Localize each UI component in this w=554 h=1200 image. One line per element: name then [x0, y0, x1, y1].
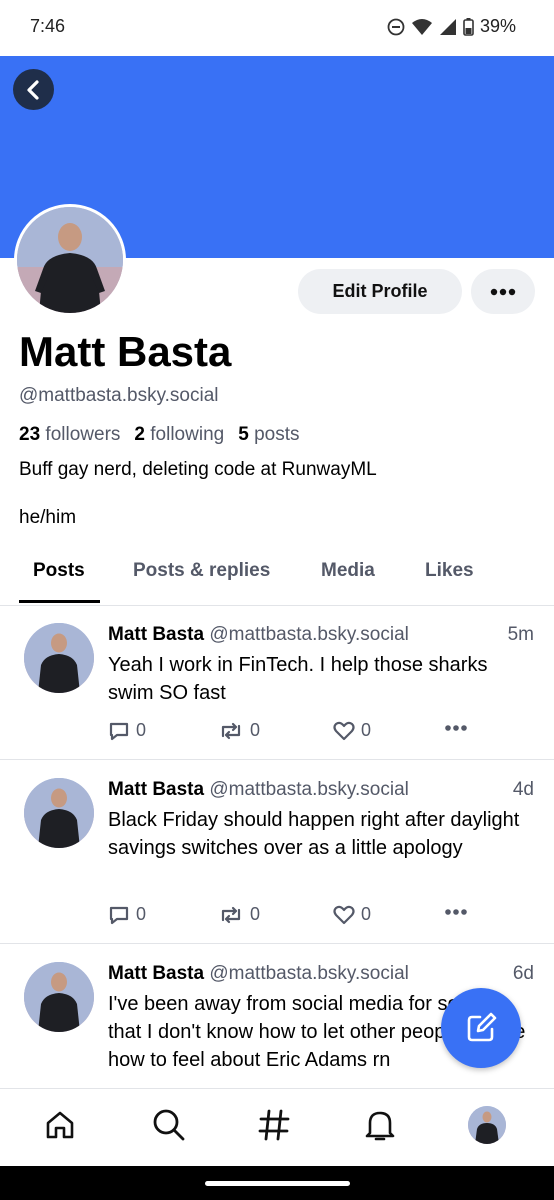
- post-item[interactable]: Matt Basta @mattbasta.bsky.social 4d Bla…: [0, 761, 554, 944]
- nav-notifications[interactable]: [358, 1103, 402, 1147]
- status-icons: 39%: [387, 16, 516, 37]
- repost-count: 0: [250, 720, 261, 740]
- ellipsis-icon: [445, 725, 467, 731]
- heart-icon: [333, 721, 355, 740]
- bottom-nav: [0, 1088, 554, 1166]
- hashtag-icon: [258, 1109, 290, 1141]
- followers-stat[interactable]: 23 followers: [19, 424, 120, 446]
- gesture-bar: [0, 1166, 554, 1200]
- nav-feeds[interactable]: [252, 1103, 296, 1147]
- post-author[interactable]: Matt Basta: [108, 624, 204, 645]
- avatar-image: [24, 623, 94, 693]
- status-bar: 7:46 39%: [0, 0, 554, 56]
- post-header: Matt Basta @mattbasta.bsky.social: [108, 963, 409, 985]
- nav-home[interactable]: [38, 1103, 82, 1147]
- posts-count: 5: [238, 424, 249, 445]
- tab-media[interactable]: Media: [321, 560, 375, 582]
- active-tab-indicator: [19, 600, 100, 603]
- signal-icon: [439, 18, 456, 35]
- bell-icon: [365, 1111, 395, 1141]
- reply-icon: [109, 906, 129, 924]
- post-author[interactable]: Matt Basta: [108, 963, 204, 984]
- post-avatar[interactable]: [24, 778, 94, 848]
- profile-handle: @mattbasta.bsky.social: [19, 385, 219, 406]
- post-header: Matt Basta @mattbasta.bsky.social: [108, 624, 409, 646]
- post-more-button[interactable]: [444, 908, 468, 916]
- nav-search[interactable]: [147, 1103, 191, 1147]
- post-avatar[interactable]: [24, 962, 94, 1032]
- followers-label: followers: [45, 424, 121, 445]
- following-stat[interactable]: 2 following: [134, 424, 224, 446]
- tab-posts[interactable]: Posts: [33, 560, 85, 582]
- repost-icon: [221, 906, 241, 923]
- avatar-image: [17, 207, 123, 313]
- edit-profile-button[interactable]: Edit Profile: [298, 269, 462, 314]
- post-item[interactable]: Matt Basta @mattbasta.bsky.social 5m Yea…: [0, 606, 554, 760]
- home-icon: [46, 1111, 74, 1139]
- followers-count: 23: [19, 424, 41, 445]
- post-text: Black Friday should happen right after d…: [108, 809, 520, 859]
- bio-pronouns: he/him: [19, 507, 77, 528]
- post-text: Yeah I work in FinTech. I help those sha…: [108, 654, 488, 704]
- profile-avatar[interactable]: [14, 204, 126, 316]
- avatar-image: [468, 1106, 506, 1144]
- like-count: 0: [361, 720, 372, 740]
- search-icon: [153, 1109, 185, 1141]
- chevron-left-icon: [26, 79, 39, 100]
- profile-more-button[interactable]: [471, 269, 535, 314]
- ellipsis-icon: [490, 288, 516, 295]
- repost-button[interactable]: 0: [218, 720, 260, 741]
- following-count: 2: [134, 424, 145, 445]
- reply-icon: [109, 722, 129, 740]
- post-avatar[interactable]: [24, 623, 94, 693]
- repost-button[interactable]: 0: [218, 904, 260, 925]
- profile-stats: 23 followers 2 following 5 posts: [19, 424, 299, 446]
- dnd-icon: [387, 18, 405, 35]
- post-handle: @mattbasta.bsky.social: [209, 624, 409, 645]
- post-time: 5m: [507, 624, 534, 645]
- tab-posts-replies[interactable]: Posts & replies: [133, 560, 270, 582]
- post-more-button[interactable]: [444, 724, 468, 732]
- battery-level: 39%: [479, 16, 516, 36]
- status-time: 7:46: [30, 16, 66, 36]
- post-handle: @mattbasta.bsky.social: [209, 963, 409, 984]
- profile-tabs: Posts Posts & replies Media Likes: [0, 546, 554, 606]
- like-count: 0: [361, 904, 372, 924]
- post-time: 6d: [512, 963, 534, 984]
- battery-icon: [463, 17, 474, 36]
- tab-likes[interactable]: Likes: [425, 560, 474, 582]
- bio-line: Buff gay nerd, deleting code at RunwayML: [19, 459, 377, 480]
- post-header: Matt Basta @mattbasta.bsky.social: [108, 779, 409, 801]
- repost-icon: [221, 722, 241, 739]
- like-button[interactable]: 0: [333, 720, 371, 741]
- post-handle: @mattbasta.bsky.social: [209, 779, 409, 800]
- like-button[interactable]: 0: [333, 904, 371, 925]
- compose-button[interactable]: [441, 988, 521, 1068]
- following-label: following: [150, 424, 225, 445]
- reply-count: 0: [136, 720, 147, 740]
- display-name: Matt Basta: [19, 328, 232, 375]
- reply-count: 0: [136, 904, 147, 924]
- post-actions: 0 0 0: [108, 904, 488, 928]
- posts-stat: 5 posts: [238, 424, 299, 446]
- post-author[interactable]: Matt Basta: [108, 779, 204, 800]
- avatar-image: [24, 962, 94, 1032]
- heart-icon: [333, 905, 355, 924]
- back-button[interactable]: [13, 69, 54, 110]
- nav-profile[interactable]: [465, 1103, 509, 1147]
- avatar-image: [24, 778, 94, 848]
- avatar: [468, 1106, 506, 1144]
- post-actions: 0 0 0: [108, 720, 488, 744]
- post-time: 4d: [512, 779, 534, 800]
- repost-count: 0: [250, 904, 261, 924]
- compose-icon: [467, 1012, 497, 1042]
- ellipsis-icon: [445, 909, 467, 915]
- posts-label: posts: [254, 424, 300, 445]
- wifi-icon: [411, 18, 432, 35]
- reply-button[interactable]: 0: [108, 720, 146, 741]
- home-indicator[interactable]: [205, 1181, 350, 1186]
- reply-button[interactable]: 0: [108, 904, 146, 925]
